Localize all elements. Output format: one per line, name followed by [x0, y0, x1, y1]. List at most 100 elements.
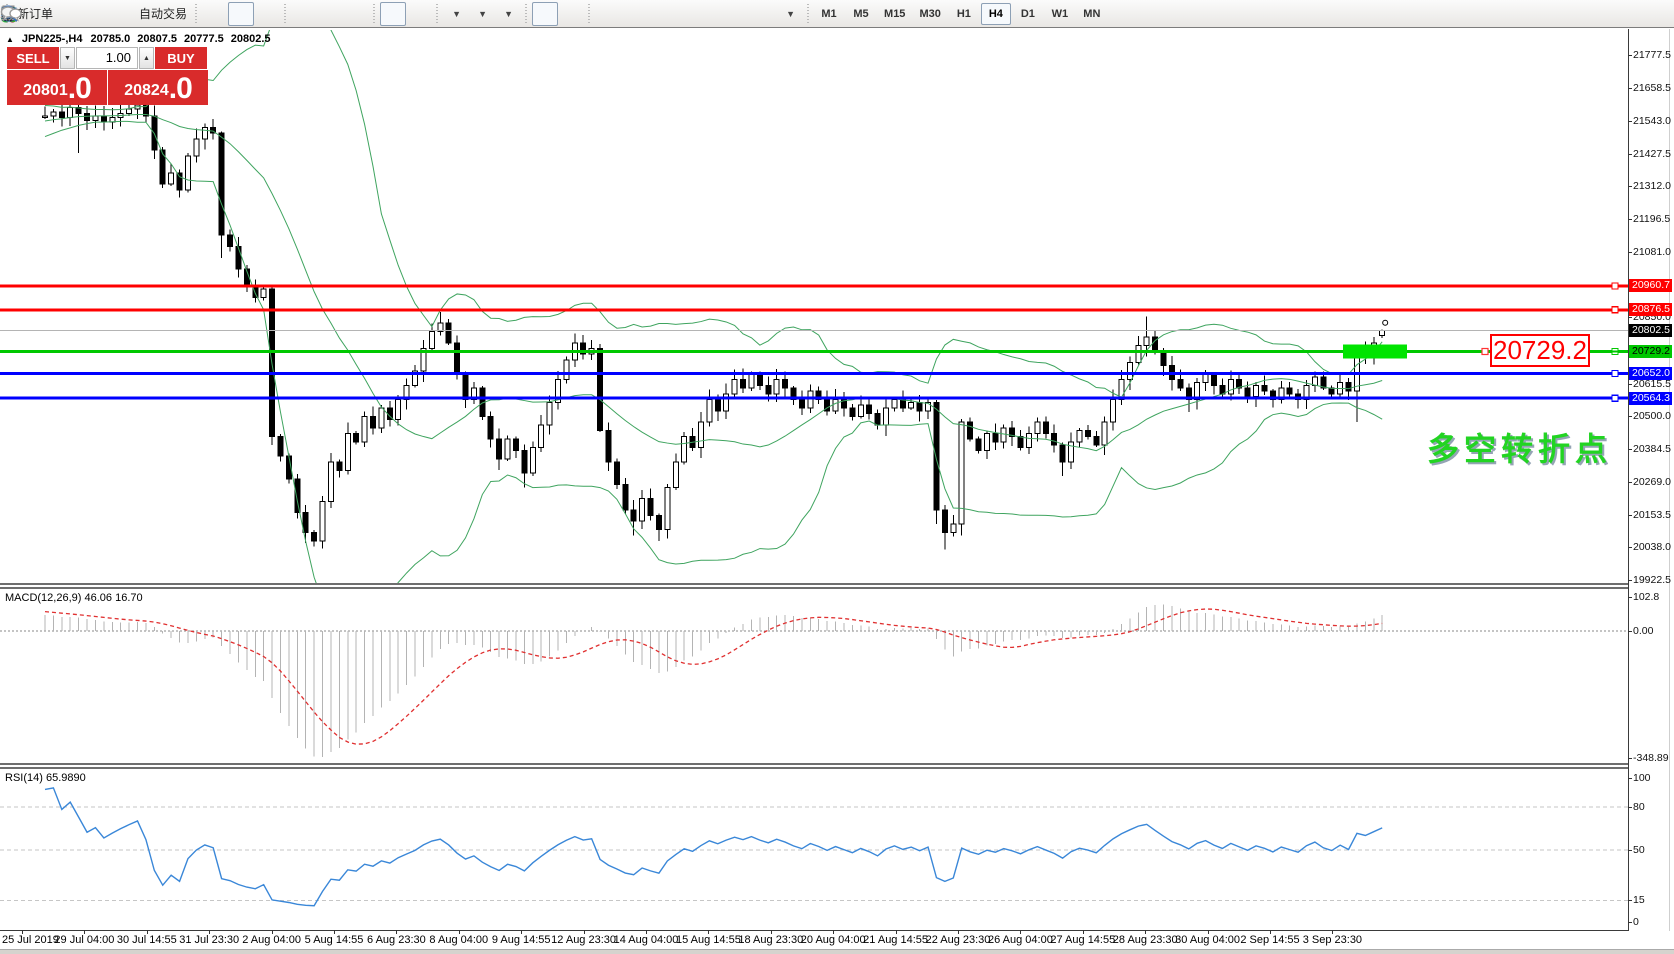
toolbar-grip[interactable]	[523, 3, 531, 24]
sell-button[interactable]: SELL	[7, 47, 59, 69]
zoom-in-button[interactable]	[1, 2, 317, 26]
market-watch-button[interactable]	[2, 2, 109, 26]
axis-tick	[1628, 514, 1632, 516]
dropdown-caret: ▼	[504, 8, 513, 19]
timeframe-button-mn[interactable]: MN	[1077, 3, 1107, 25]
chart-line-button[interactable]	[1, 2, 280, 26]
axis-tick	[1628, 547, 1632, 549]
autotrading-label: 自动交易	[139, 7, 188, 21]
volume-increase-button[interactable]: ▲	[139, 47, 154, 69]
toolbar-grip[interactable]	[434, 3, 442, 24]
volume-decrease-button[interactable]: ▼	[60, 47, 75, 69]
timeframe-button-h1[interactable]: H1	[949, 3, 979, 25]
zoom-out-button[interactable]	[1, 2, 343, 26]
timeframe-button-m1[interactable]: M1	[814, 3, 844, 25]
volume-input[interactable]: 1.00	[76, 47, 138, 69]
buy-button[interactable]: BUY	[155, 47, 207, 69]
search-button[interactable]	[1, 2, 1640, 26]
axis-tick	[1628, 251, 1632, 253]
axis-tick	[1628, 758, 1632, 759]
rsi-label: RSI(14) 65.9890	[5, 772, 86, 784]
toolbar-grip[interactable]	[371, 3, 379, 24]
autotrading-button[interactable]: 自动交易	[2, 2, 191, 26]
axis-tick	[1628, 153, 1632, 155]
time-axis-tick	[1270, 930, 1271, 934]
timeframe-button-m15[interactable]: M15	[878, 3, 911, 25]
templates-dropdown-button[interactable]: ▼	[1, 2, 521, 26]
time-axis[interactable]: 25 Jul 2019 29 Jul 04:00 30 Jul 14:55 31 Ju…	[0, 930, 1674, 949]
timeframe-button-w1[interactable]: W1	[1045, 3, 1075, 25]
time-axis-tick	[708, 930, 710, 934]
price-tick-label: 21427.5	[1633, 147, 1671, 160]
toolbar-grip[interactable]	[193, 3, 201, 24]
tile-windows-button[interactable]	[1, 2, 369, 26]
axis-tick	[1628, 631, 1632, 632]
price-tick-label: 20500.0	[1633, 410, 1671, 423]
symbol-period-label: JPN225-,H4	[21, 33, 83, 45]
horizontal-line-tool-button[interactable]	[1, 2, 647, 26]
signals-button[interactable]	[2, 2, 135, 26]
time-axis-tick	[833, 930, 835, 934]
channel-tool-button[interactable]: E	[0, 2, 699, 26]
toolbar-grip[interactable]	[282, 3, 290, 24]
sell-price-main: 20801	[23, 82, 68, 99]
dropdown-caret: ▼	[478, 8, 487, 19]
arrows-dropdown-button[interactable]: ▼	[2, 2, 803, 26]
chart-shift-button[interactable]	[2, 2, 432, 26]
time-axis-label: 3 Sep 23:30	[1302, 934, 1363, 946]
window-bottom-edge	[0, 949, 1674, 954]
periods-dropdown-button[interactable]: ▼	[1, 2, 495, 26]
time-axis-label: 8 Aug 04:00	[429, 934, 489, 946]
collapse-panel-icon[interactable]: ▲	[6, 35, 14, 44]
new-order-label: 新订单	[17, 7, 54, 21]
cursor-tool-button[interactable]	[4, 1, 559, 26]
chart-candles-button[interactable]	[2, 1, 255, 26]
trendline-tool-button[interactable]	[1, 2, 673, 26]
price-chart[interactable]	[0, 30, 1628, 583]
buy-price-display[interactable]: 20824.0	[108, 70, 208, 105]
toolbar-grip[interactable]	[805, 3, 813, 24]
data-window-button[interactable]	[1, 2, 83, 26]
text-tool-button[interactable]: A	[3, 2, 751, 26]
level-price-callout[interactable]: 20729.2	[1490, 334, 1590, 367]
sell-price-big-digit: .0	[67, 72, 92, 105]
chart-bars-button[interactable]	[2, 2, 228, 26]
indicators-dropdown-button[interactable]: ▼	[1, 2, 469, 26]
time-axis-label: 26 Aug 04:00	[987, 934, 1053, 946]
chart-header: ▲ JPN225-,H4 20785.0 20807.5 20777.5 208…	[6, 33, 271, 45]
time-axis-label: 20 Aug 04:00	[800, 934, 866, 946]
crosshair-tool-button[interactable]	[1, 2, 584, 26]
rsi-scale-label: 50	[1633, 844, 1645, 856]
axis-tick	[1628, 850, 1632, 851]
vertical-line-tool-button[interactable]	[7, 2, 621, 26]
community-chat-button[interactable]	[0, 2, 1666, 26]
timeframe-button-d1[interactable]: D1	[1013, 3, 1043, 25]
timeframe-button-h4[interactable]: H4	[980, 2, 1011, 25]
rsi-scale-label: 80	[1633, 800, 1645, 813]
sell-price-display[interactable]: 20801.0	[7, 70, 107, 105]
time-axis-label: 5 Aug 14:55	[304, 934, 364, 946]
price-tick-label: 20269.0	[1633, 475, 1671, 488]
turning-point-annotation[interactable]: 多空转折点	[1427, 424, 1612, 470]
time-axis-tick	[209, 930, 211, 934]
axis-tick	[1628, 219, 1632, 221]
time-axis-label: 2 Aug 04:00	[242, 934, 301, 946]
timeframe-button-m30[interactable]: M30	[913, 3, 946, 25]
auto-scroll-button[interactable]	[2, 1, 407, 26]
toolbar-grip[interactable]	[586, 3, 594, 24]
time-axis-label: 30 Jul 14:55	[116, 934, 177, 946]
axis-tick	[1628, 922, 1632, 923]
price-tick-label: 21658.5	[1633, 82, 1671, 95]
fibonacci-tool-button[interactable]: F	[1, 2, 725, 26]
timeframe-button-m5[interactable]: M5	[846, 3, 876, 25]
axis-tick	[1628, 900, 1632, 902]
time-axis-tick	[84, 930, 86, 934]
time-axis-label: 22 Aug 23:30	[925, 934, 991, 946]
macd-panel-chart[interactable]	[0, 589, 1628, 763]
rsi-panel-chart[interactable]	[0, 769, 1628, 930]
time-axis-label: 9 Aug 14:55	[491, 934, 551, 946]
text-label-tool-button[interactable]: T	[1, 2, 777, 26]
time-axis-label: 12 Aug 23:30	[551, 934, 617, 946]
time-axis-label: 18 Aug 23:30	[738, 934, 804, 946]
time-axis-tick	[583, 930, 585, 934]
